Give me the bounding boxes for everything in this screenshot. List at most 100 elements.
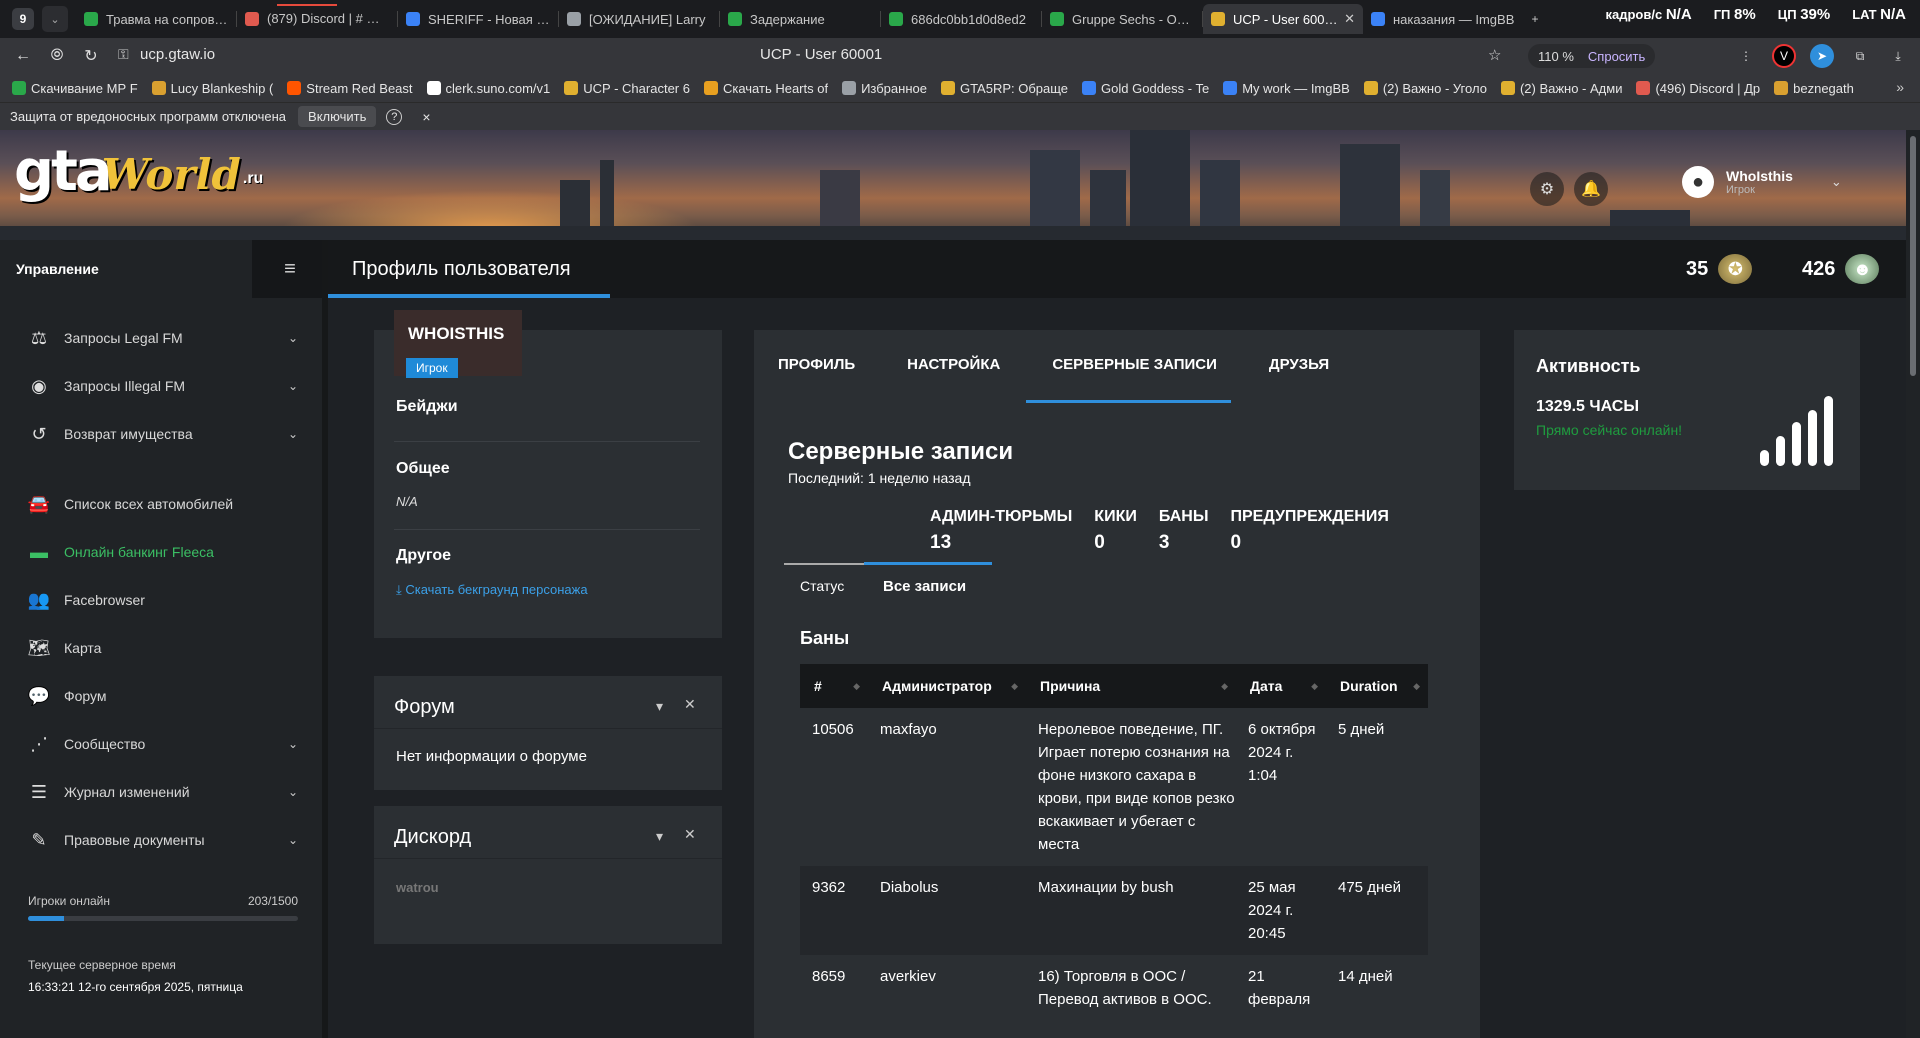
bookmark-favicon-icon (1636, 81, 1651, 95)
collapse-icon[interactable]: ▾ (656, 828, 663, 845)
logo-world-text: World (101, 150, 241, 199)
tab-favicon-icon (1211, 12, 1225, 26)
profile-icon[interactable]: ⦾ (40, 41, 74, 71)
bookmarks-overflow-icon[interactable]: » (1896, 79, 1904, 95)
bookmark-item[interactable]: Скачивание МР F (12, 81, 138, 96)
enable-protection-button[interactable]: Включить (298, 106, 377, 127)
sidebar-item-label: Карта (64, 640, 102, 656)
browser-tab[interactable]: [ОЖИДАНИЕ] Larry (559, 4, 719, 34)
bookmark-item[interactable]: UCP - Character 6 (564, 81, 690, 96)
download-background-link[interactable]: ⤓ Скачать бекграунд персонажа (396, 582, 588, 598)
bookmark-item[interactable]: Stream Red Beast (287, 81, 413, 96)
subtab-status[interactable]: Статус (800, 578, 844, 594)
browser-tab[interactable]: наказания — ImgBB (1363, 4, 1523, 34)
zoom-pill[interactable]: 110 % Спросить (1528, 44, 1656, 68)
sidebar-item[interactable]: ✎ Правовые документы ⌄ (0, 816, 328, 864)
bookmark-item[interactable]: beznegath (1774, 81, 1854, 96)
sort-icon[interactable]: ◆ (1413, 681, 1420, 692)
user-menu[interactable]: ● WhoIsthis Игрок ⌄ (1682, 166, 1842, 198)
bookmark-item[interactable]: Избранное (842, 81, 927, 96)
sort-icon[interactable]: ◆ (1311, 681, 1318, 692)
browser-tab[interactable]: (879) Discord | # ✗ gi (237, 4, 397, 34)
notification-bell-icon[interactable]: 🔔 (1574, 172, 1608, 206)
sidebar-item[interactable]: 🗺 Карта (0, 624, 328, 672)
bookmark-item[interactable]: clerk.suno.com/v1 (426, 81, 550, 96)
table-cell-id: 8659 (812, 968, 846, 985)
close-icon[interactable]: ✕ (684, 696, 696, 713)
collapse-icon[interactable]: ▾ (656, 698, 663, 715)
workspace-button[interactable]: 9 (4, 4, 42, 34)
bookmark-item[interactable]: Lucy Blankeship ( (151, 81, 273, 96)
help-icon[interactable]: ? (386, 108, 403, 125)
bookmark-item[interactable]: (496) Discord | Др (1636, 81, 1760, 96)
back-icon[interactable]: ← (6, 41, 40, 71)
tab-server-records[interactable]: СЕРВЕРНЫЕ ЗАПИСИ (1052, 356, 1217, 373)
page-scrollbar[interactable] (1906, 130, 1920, 1038)
bookmark-item[interactable]: Gold Goddess - Te (1082, 81, 1209, 96)
bookmark-item[interactable]: (2) Важно - Уголо (1363, 81, 1487, 96)
sidebar-item[interactable]: 🚘 Список всех автомобилей (0, 480, 328, 528)
tab-settings[interactable]: НАСТРОЙКА (907, 356, 1000, 373)
extension-arrow-icon[interactable]: ➤ (1810, 44, 1834, 68)
reload-icon[interactable]: ↻ (74, 41, 108, 71)
browser-tab[interactable]: 686dc0bb1d0d8ed2 (881, 4, 1041, 34)
sidebar-item[interactable]: ↺ Возврат имущества ⌄ (0, 410, 328, 458)
bookmark-label: beznegath (1793, 80, 1854, 96)
activity-hours: 1329.5 ЧАСЫ (1536, 398, 1639, 415)
sidebar-item[interactable]: ⋰ Сообщество ⌄ (0, 720, 328, 768)
ask-ai-button[interactable]: Спросить (1588, 49, 1645, 64)
chevron-down-icon[interactable]: ⌄ (1831, 174, 1842, 190)
sidebar-item[interactable]: ⚖ Запросы Legal FM ⌄ (0, 314, 328, 362)
extension-vk-icon[interactable]: V (1772, 44, 1796, 68)
menu-dots-icon[interactable]: ⋮ (1734, 44, 1758, 68)
new-tab-icon[interactable]: + (1523, 7, 1547, 31)
browser-tab[interactable]: Задержание (720, 4, 880, 34)
sidebar-item-label: Возврат имущества (64, 426, 193, 442)
bookmark-favicon-icon (12, 81, 26, 95)
sort-icon[interactable]: ◆ (1011, 681, 1018, 692)
browser-tab[interactable]: SHERIFF - Новая тем (398, 4, 558, 34)
bookmark-favicon-icon (426, 81, 441, 95)
hamburger-menu-icon[interactable]: ≡ (252, 240, 328, 298)
tab-friends[interactable]: ДРУЗЬЯ (1269, 356, 1329, 373)
table-column-header[interactable]: Причина ◆ (1026, 664, 1236, 708)
tab-title: [ОЖИДАНИЕ] Larry (589, 11, 706, 27)
browser-tab[interactable]: Gruppe Sechs - Отче (1042, 4, 1202, 34)
downloads-icon[interactable]: ⤓ (1886, 44, 1910, 68)
sort-icon[interactable]: ◆ (1221, 681, 1228, 692)
tab-list-dropdown-icon[interactable]: ⌄ (42, 6, 68, 32)
zoom-level[interactable]: 110 % (1538, 49, 1574, 64)
table-column-header[interactable]: Duration ◆ (1326, 664, 1428, 708)
sidebar-item[interactable]: 💬 Форум (0, 672, 328, 720)
browser-tab[interactable]: UCP - User 60001 ✕ (1203, 4, 1363, 34)
sidebar: Управление ≡ ⚖ Запросы Legal FM ⌄ ◉ Запросы … (0, 240, 328, 1038)
table-column-header[interactable]: Дата ◆ (1236, 664, 1326, 708)
bookmark-item[interactable]: Скачать Hearts of (703, 81, 828, 96)
gtaw-logo[interactable]: gta World .ru (14, 144, 263, 200)
bookmark-item[interactable]: GTA5RP: Обраще (940, 81, 1068, 96)
sort-icon[interactable]: ◆ (853, 681, 860, 692)
players-online: Игроки онлайн 203/1500 (28, 894, 298, 921)
sidebar-item[interactable]: ☰ Журнал изменений ⌄ (0, 768, 328, 816)
extensions-puzzle-icon[interactable]: ⧉ (1848, 44, 1872, 68)
site-info-icon[interactable]: ⚿ (118, 46, 129, 63)
scrollbar-thumb[interactable] (1910, 136, 1916, 376)
bookmark-item[interactable]: (2) Важно - Адми (1500, 81, 1622, 96)
close-icon[interactable]: ✕ (684, 826, 696, 843)
bookmark-star-icon[interactable]: ☆ (1488, 46, 1501, 64)
page-header-bar: Профиль пользователя 35 ✪ 426 ☻ (328, 240, 1906, 298)
bookmark-item[interactable]: My work — ImgBB (1223, 81, 1350, 96)
infobar-close-icon[interactable]: × (422, 109, 430, 125)
url-field[interactable]: ucp.gtaw.io (140, 46, 215, 63)
table-column-header[interactable]: Администратор ◆ (868, 664, 1026, 708)
browser-tab[interactable]: Травма на сопровож (76, 4, 236, 34)
sidebar-item[interactable]: 👥 Facebrowser (0, 576, 328, 624)
subtab-all-records[interactable]: Все записи (883, 578, 966, 595)
tab-profile[interactable]: ПРОФИЛЬ (778, 356, 855, 373)
sidebar-item[interactable]: ▬ Онлайн банкинг Fleeca (0, 528, 328, 576)
other-heading: Другое (396, 547, 451, 564)
table-column-header[interactable]: # ◆ (800, 664, 868, 708)
tab-close-icon[interactable]: ✕ (1344, 11, 1355, 27)
settings-gear-icon[interactable]: ⚙ (1530, 172, 1564, 206)
sidebar-item[interactable]: ◉ Запросы Illegal FM ⌄ (0, 362, 328, 410)
